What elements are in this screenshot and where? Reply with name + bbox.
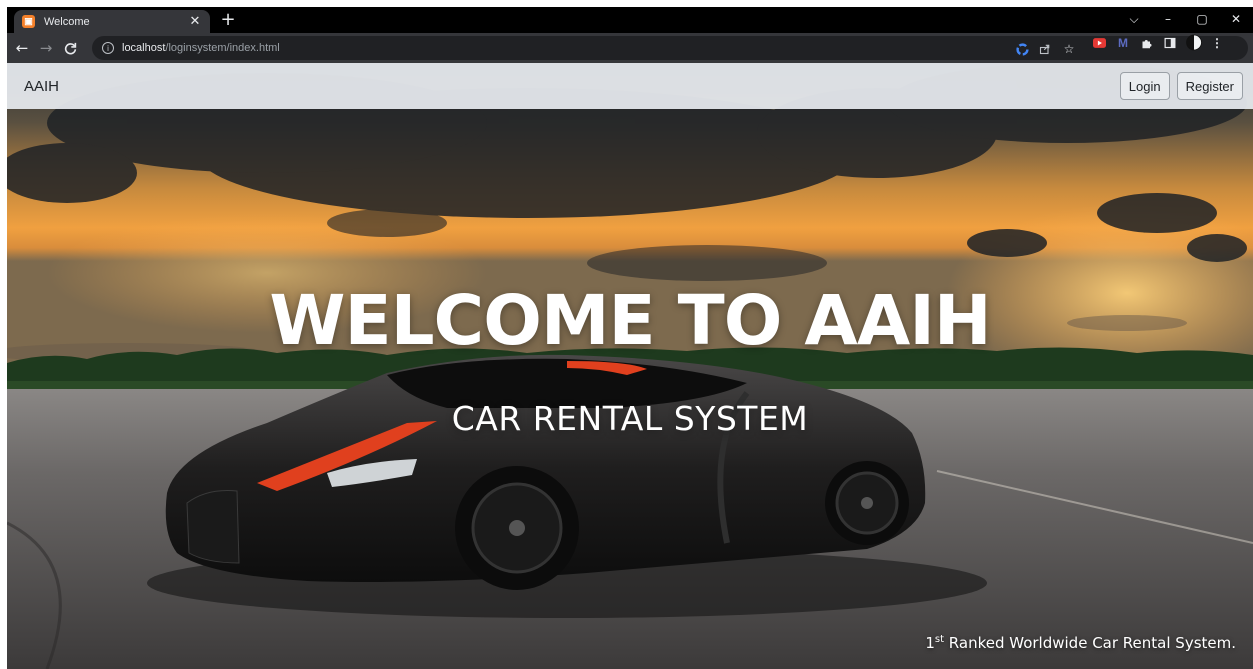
m-ext-icon[interactable]: M (1115, 35, 1131, 51)
puzzle-extensions-icon[interactable] (1139, 35, 1155, 51)
site-info-icon[interactable]: i (102, 42, 114, 54)
forward-icon[interactable]: → (34, 36, 58, 60)
share-icon[interactable] (1037, 41, 1053, 57)
close-window-icon[interactable]: ✕ (1219, 7, 1253, 33)
tab-strip: ▣ Welcome ✕ + ⌵ – ▢ ✕ (7, 7, 1253, 33)
favicon-icon: ▣ (22, 15, 35, 28)
side-panel-icon[interactable] (1162, 35, 1178, 51)
web-page: AAIH Login Register WELCOME TO AAIH CAR … (7, 63, 1253, 669)
new-tab-button[interactable]: + (218, 10, 238, 30)
brand-link[interactable]: AAIH (24, 78, 59, 95)
google-icon[interactable] (1014, 41, 1030, 57)
browser-window: ▣ Welcome ✕ + ⌵ – ▢ ✕ ← → i localhost/lo… (7, 7, 1253, 669)
register-button[interactable]: Register (1176, 72, 1243, 100)
url-text: localhost/loginsystem/index.html (122, 42, 280, 54)
back-icon[interactable]: ← (10, 36, 34, 60)
login-button[interactable]: Login (1119, 72, 1170, 100)
profile-avatar-icon[interactable] (1186, 34, 1202, 50)
auth-buttons: Login Register (1119, 72, 1243, 100)
hero-tagline: 1st Ranked Worldwide Car Rental System. (925, 634, 1236, 652)
hero-background-image (7, 63, 1253, 669)
minimize-icon[interactable]: – (1151, 7, 1185, 33)
hero-subheadline: CAR RENTAL SYSTEM (451, 399, 809, 438)
site-navbar: AAIH Login Register (7, 63, 1253, 109)
address-bar[interactable]: i localhost/loginsystem/index.html ☆ (92, 36, 1248, 60)
bookmark-star-icon[interactable]: ☆ (1061, 41, 1077, 57)
kebab-menu-icon[interactable]: ⋮ (1209, 35, 1225, 51)
tab-welcome[interactable]: ▣ Welcome ✕ (14, 10, 210, 33)
reload-icon[interactable] (58, 36, 82, 60)
tab-search-icon[interactable]: ⌵ (1117, 7, 1151, 33)
tab-close-icon[interactable]: ✕ (188, 14, 202, 29)
restore-icon[interactable]: ▢ (1185, 7, 1219, 33)
browser-toolbar: ← → i localhost/loginsystem/index.html ☆… (7, 33, 1253, 63)
tab-title: Welcome (44, 15, 90, 28)
hero-headline: WELCOME TO AAIH (269, 281, 991, 361)
youtube-ext-icon[interactable] (1091, 35, 1107, 51)
